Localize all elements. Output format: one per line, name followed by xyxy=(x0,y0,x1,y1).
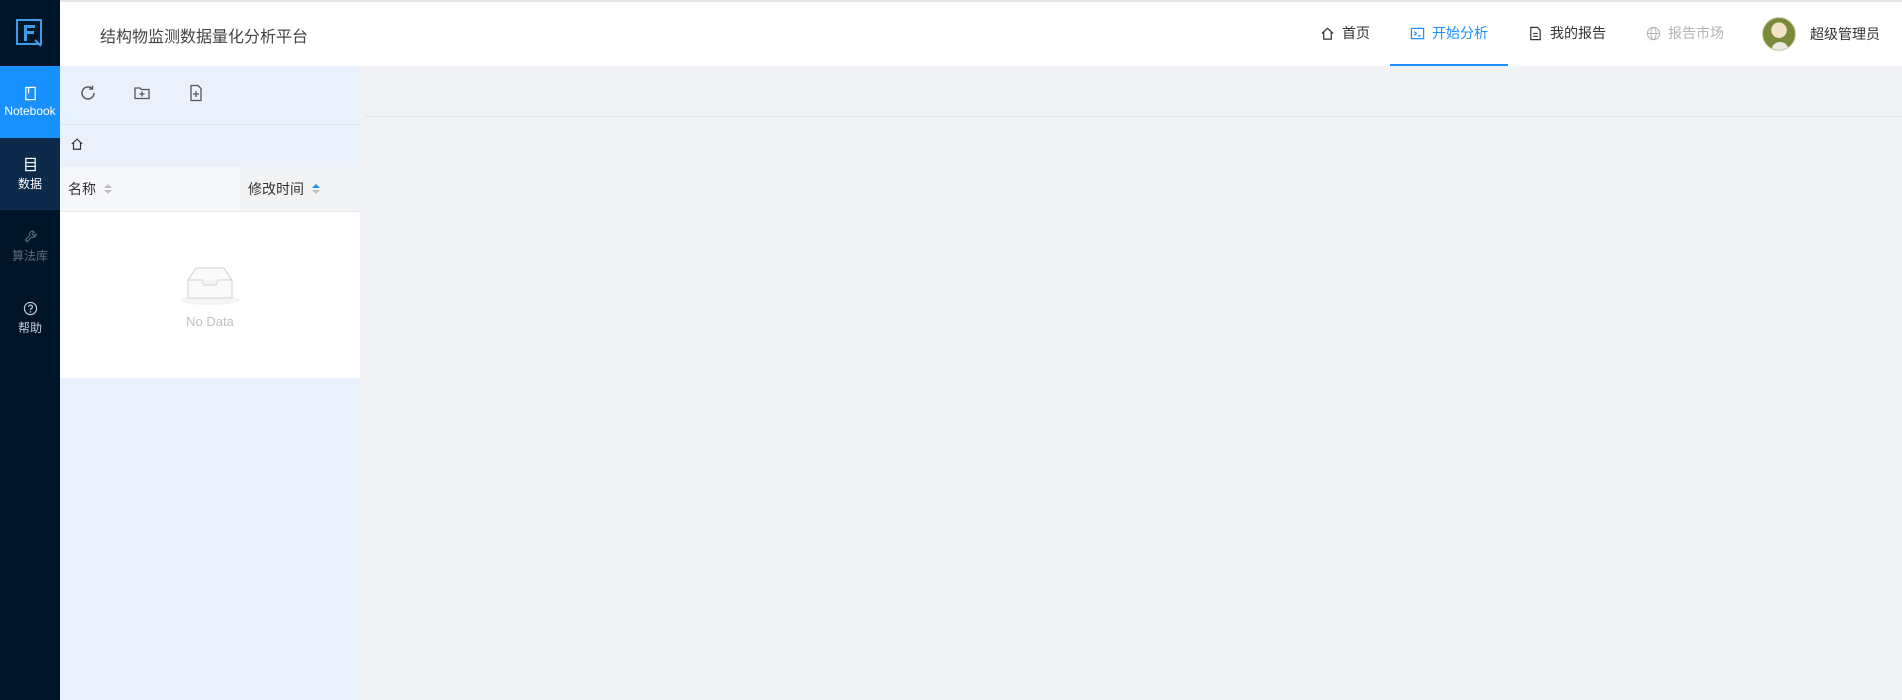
globe-icon xyxy=(1646,26,1661,40)
column-label: 修改时间 xyxy=(248,181,304,197)
rail-item-notebook[interactable]: Notebook xyxy=(0,66,60,138)
logo-icon xyxy=(16,19,42,47)
avatar xyxy=(1762,17,1796,51)
file-table-body: No Data xyxy=(60,212,360,378)
nav-item-start-analysis[interactable]: 开始分析 xyxy=(1390,2,1508,66)
wrench-icon xyxy=(24,229,37,242)
refresh-button[interactable] xyxy=(79,84,97,107)
nav-item-label: 开始分析 xyxy=(1432,25,1488,41)
breadcrumb xyxy=(60,125,360,167)
top-header: 结构物监测数据量化分析平台 首页 开始分析 我的报告 报告市场 超级管理员 xyxy=(60,0,1902,66)
database-icon xyxy=(24,157,36,171)
rail-item-label: 算法库 xyxy=(11,248,48,263)
file-panel: 名称 修改时间 No Data xyxy=(60,66,360,700)
rail-item-label: 数据 xyxy=(17,176,42,191)
notebook-icon xyxy=(24,86,36,101)
app-logo[interactable] xyxy=(0,0,60,66)
new-folder-button[interactable] xyxy=(133,84,151,107)
refresh-icon xyxy=(81,85,95,100)
nav-item-home[interactable]: 首页 xyxy=(1300,2,1390,66)
top-nav: 首页 开始分析 我的报告 报告市场 超级管理员 xyxy=(1300,2,1902,66)
rail-item-help[interactable]: 帮助 xyxy=(0,282,60,354)
rail-item-label: 帮助 xyxy=(17,320,42,335)
sort-icon[interactable] xyxy=(312,184,320,194)
sort-icon[interactable] xyxy=(104,184,112,194)
divider xyxy=(365,116,1902,117)
breadcrumb-home[interactable] xyxy=(70,137,84,156)
column-label: 名称 xyxy=(68,181,96,197)
file-toolbar xyxy=(60,66,360,125)
new-file-icon xyxy=(190,84,202,101)
report-icon xyxy=(1530,26,1541,40)
home-icon xyxy=(1321,27,1334,40)
help-icon xyxy=(23,301,37,315)
home-icon xyxy=(71,137,83,150)
nav-item-my-reports[interactable]: 我的报告 xyxy=(1508,2,1626,66)
rail-item-algorithms[interactable]: 算法库 xyxy=(0,210,60,282)
column-name-header[interactable]: 名称 xyxy=(60,167,240,211)
user-menu[interactable]: 超级管理员 xyxy=(1744,2,1902,66)
file-table-header: 名称 修改时间 xyxy=(60,167,360,212)
terminal-icon xyxy=(1410,27,1425,39)
empty-text: No Data xyxy=(186,313,234,329)
new-file-button[interactable] xyxy=(187,84,205,107)
user-name: 超级管理员 xyxy=(1810,26,1880,42)
new-folder-icon xyxy=(134,86,150,99)
nav-item-label: 我的报告 xyxy=(1550,25,1606,41)
rail-item-label: Notebook xyxy=(4,104,56,118)
nav-item-report-market[interactable]: 报告市场 xyxy=(1626,2,1744,66)
rail-item-data[interactable]: 数据 xyxy=(0,138,60,210)
column-modified-header[interactable]: 修改时间 xyxy=(240,167,360,211)
side-rail: Notebook 数据 算法库 帮助 xyxy=(0,0,60,700)
empty-inbox-icon xyxy=(180,266,240,305)
app-title: 结构物监测数据量化分析平台 xyxy=(100,29,309,46)
main-content xyxy=(365,66,1902,700)
nav-item-label: 报告市场 xyxy=(1668,25,1724,41)
nav-item-label: 首页 xyxy=(1342,25,1370,41)
